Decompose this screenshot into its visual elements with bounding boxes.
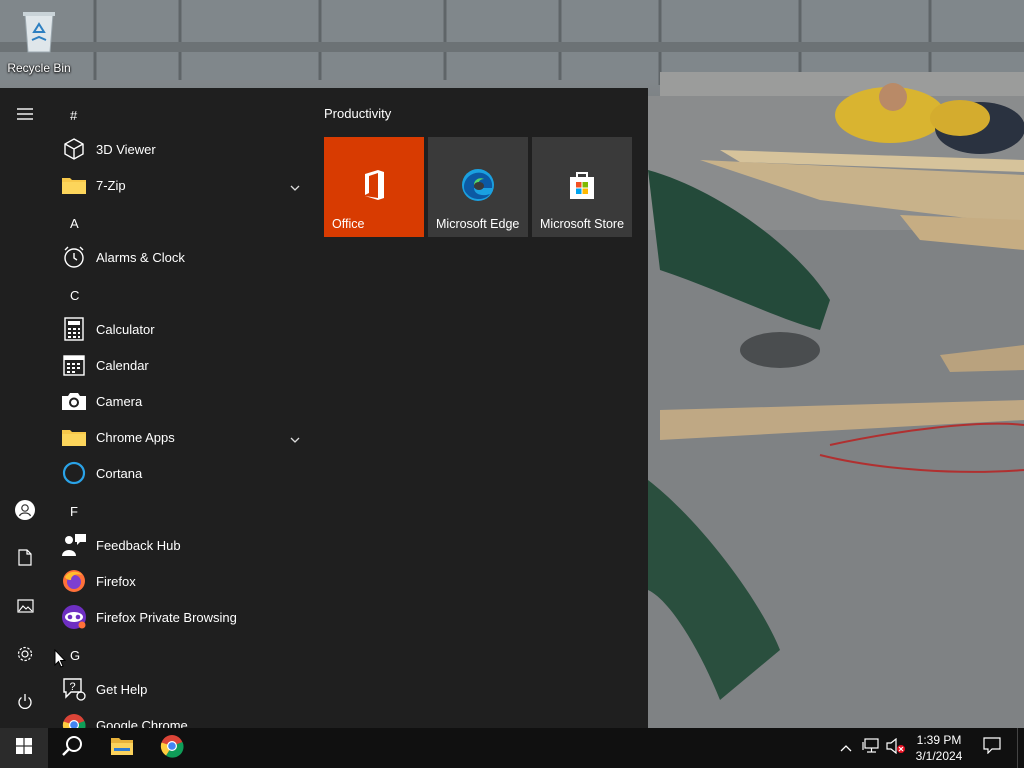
letter-header-a[interactable]: A [70,206,79,242]
edge-icon [462,169,494,201]
app-calculator[interactable]: Calculator [60,311,308,347]
tile-group-title[interactable]: Productivity [324,104,644,124]
show-hidden-icons-button[interactable] [836,728,856,768]
file-explorer-button[interactable] [98,728,146,768]
firefox-private-icon [60,603,88,631]
user-icon [14,499,36,526]
letter-header-f[interactable]: F [70,494,78,530]
power-icon [17,693,33,715]
help-icon: ? [60,675,88,703]
show-desktop-button[interactable] [1017,728,1024,768]
app-list: # 3D Viewer 7-Zip A Alarms & Clock C Cal… [50,88,314,728]
volume-muted-icon [886,737,906,759]
store-icon [570,172,594,199]
folder-icon [60,171,88,199]
start-menu: # 3D Viewer 7-Zip A Alarms & Clock C Cal… [0,88,648,728]
search-button[interactable] [48,728,96,768]
tile-store-label: Microsoft Store [540,217,625,231]
tile-office-label: Office [332,217,365,231]
chevron-down-icon [290,178,300,196]
notification-icon [983,737,1001,759]
app-firefox[interactable]: Firefox [60,563,308,599]
taskbar: 1:39 PM 3/1/2024 [0,728,1024,768]
tile-edge-label: Microsoft Edge [436,217,520,231]
calculator-icon [60,315,88,343]
cube-icon [60,135,88,163]
hamburger-icon [17,107,33,125]
tile-microsoft-store[interactable]: Microsoft Store [532,137,632,237]
network-icon [862,737,880,759]
mouse-cursor [54,648,67,673]
gear-icon [16,645,34,668]
action-center-button[interactable] [974,728,1010,768]
app-get-help[interactable]: ? Get Help [60,671,308,707]
start-button[interactable] [0,728,48,768]
app-calendar[interactable]: Calendar [60,347,308,383]
expand-menu-button[interactable] [0,92,50,140]
office-icon [365,170,384,200]
feedback-icon [60,531,88,559]
firefox-icon [60,567,88,595]
windows-icon [16,737,32,759]
folder-icon [60,423,88,451]
folder-icon [110,736,134,761]
app-feedback-hub[interactable]: Feedback Hub [60,527,308,563]
app-3d-viewer[interactable]: 3D Viewer [60,131,308,167]
recycle-bin-icon [17,6,61,59]
pictures-icon [16,598,34,618]
camera-icon [60,387,88,415]
clock-date: 3/1/2024 [915,749,963,763]
document-icon [18,549,32,571]
chrome-taskbar-button[interactable] [148,728,196,768]
chrome-icon [60,711,88,728]
start-menu-rail [0,88,50,728]
tile-office[interactable]: Office [324,137,424,237]
power-button[interactable] [0,680,50,728]
app-alarms-clock[interactable]: Alarms & Clock [60,239,308,275]
app-camera[interactable]: Camera [60,383,308,419]
cortana-icon [60,459,88,487]
recycle-bin-label: Recycle Bin [7,61,71,75]
letter-header-hash[interactable]: # [70,98,77,134]
alarm-clock-icon [60,243,88,271]
volume-button[interactable] [884,728,908,768]
network-button[interactable] [860,728,882,768]
app-7zip-folder[interactable]: 7-Zip [60,167,308,203]
clock-time: 1:39 PM [916,733,962,747]
documents-button[interactable] [0,536,50,584]
user-account-button[interactable] [0,488,50,536]
letter-header-g[interactable]: G [70,638,80,674]
tiles-panel: Productivity Office Microsoft Edge Micro… [324,104,644,237]
tile-microsoft-edge[interactable]: Microsoft Edge [428,137,528,237]
chevron-down-icon [290,430,300,448]
svg-text:?: ? [70,681,76,693]
app-cortana[interactable]: Cortana [60,455,308,491]
settings-button[interactable] [0,632,50,680]
app-firefox-private[interactable]: Firefox Private Browsing [60,599,308,635]
chevron-up-icon [840,739,852,757]
app-google-chrome[interactable]: Google Chrome [60,707,308,728]
desktop-icon-recycle-bin[interactable]: Recycle Bin [4,6,74,76]
pictures-button[interactable] [0,584,50,632]
letter-header-c[interactable]: C [70,278,79,314]
taskbar-clock[interactable]: 1:39 PM 3/1/2024 [908,728,970,768]
app-chrome-apps-folder[interactable]: Chrome Apps [60,419,308,455]
search-icon [61,735,83,762]
calendar-icon [60,351,88,379]
chrome-icon [160,734,184,763]
